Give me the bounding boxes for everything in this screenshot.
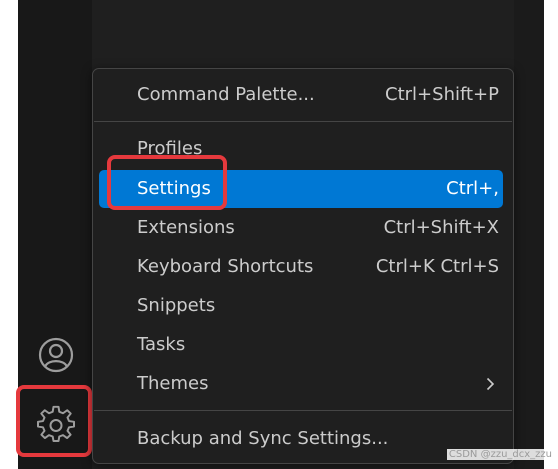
gear-annotation-box xyxy=(16,385,92,457)
watermark: CSDN @zzu_dcx_zzu xyxy=(446,449,554,460)
chevron-right-icon xyxy=(486,377,495,391)
menu-item-keyboard-shortcuts[interactable]: Keyboard Shortcuts Ctrl+K Ctrl+S xyxy=(99,248,503,286)
menu-item-label: Keyboard Shortcuts xyxy=(137,256,314,277)
menu-item-label: Themes xyxy=(137,373,209,394)
menu-item-shortcut: Ctrl+Shift+X xyxy=(383,217,499,238)
menu-item-shortcut: Ctrl+, xyxy=(446,178,499,199)
menu-item-command-palette[interactable]: Command Palette... Ctrl+Shift+P xyxy=(99,76,503,114)
menu-item-label: Backup and Sync Settings... xyxy=(137,428,389,449)
screenshot-stage: Command Palette... Ctrl+Shift+P Profiles… xyxy=(0,0,558,469)
menu-item-label: Snippets xyxy=(137,295,216,316)
menu-item-label: Extensions xyxy=(137,217,235,238)
menu-item-tasks[interactable]: Tasks xyxy=(99,326,503,364)
menu-item-extensions[interactable]: Extensions Ctrl+Shift+X xyxy=(99,209,503,247)
menu-item-shortcut: Ctrl+K Ctrl+S xyxy=(375,256,499,277)
menu-item-snippets[interactable]: Snippets xyxy=(99,287,503,325)
menu-item-label: Tasks xyxy=(137,334,186,355)
menu-item-label: Command Palette... xyxy=(137,84,315,105)
manage-context-menu: Command Palette... Ctrl+Shift+P Profiles… xyxy=(92,68,514,464)
menu-item-themes[interactable]: Themes xyxy=(99,365,503,403)
menu-separator xyxy=(94,121,512,122)
settings-annotation-box xyxy=(107,155,227,210)
menu-item-shortcut: Ctrl+Shift+P xyxy=(385,84,499,105)
account-icon[interactable] xyxy=(38,337,74,373)
menu-separator xyxy=(94,410,512,411)
editor-side-strip xyxy=(514,0,544,469)
menu-item-backup-sync[interactable]: Backup and Sync Settings... xyxy=(99,420,503,458)
